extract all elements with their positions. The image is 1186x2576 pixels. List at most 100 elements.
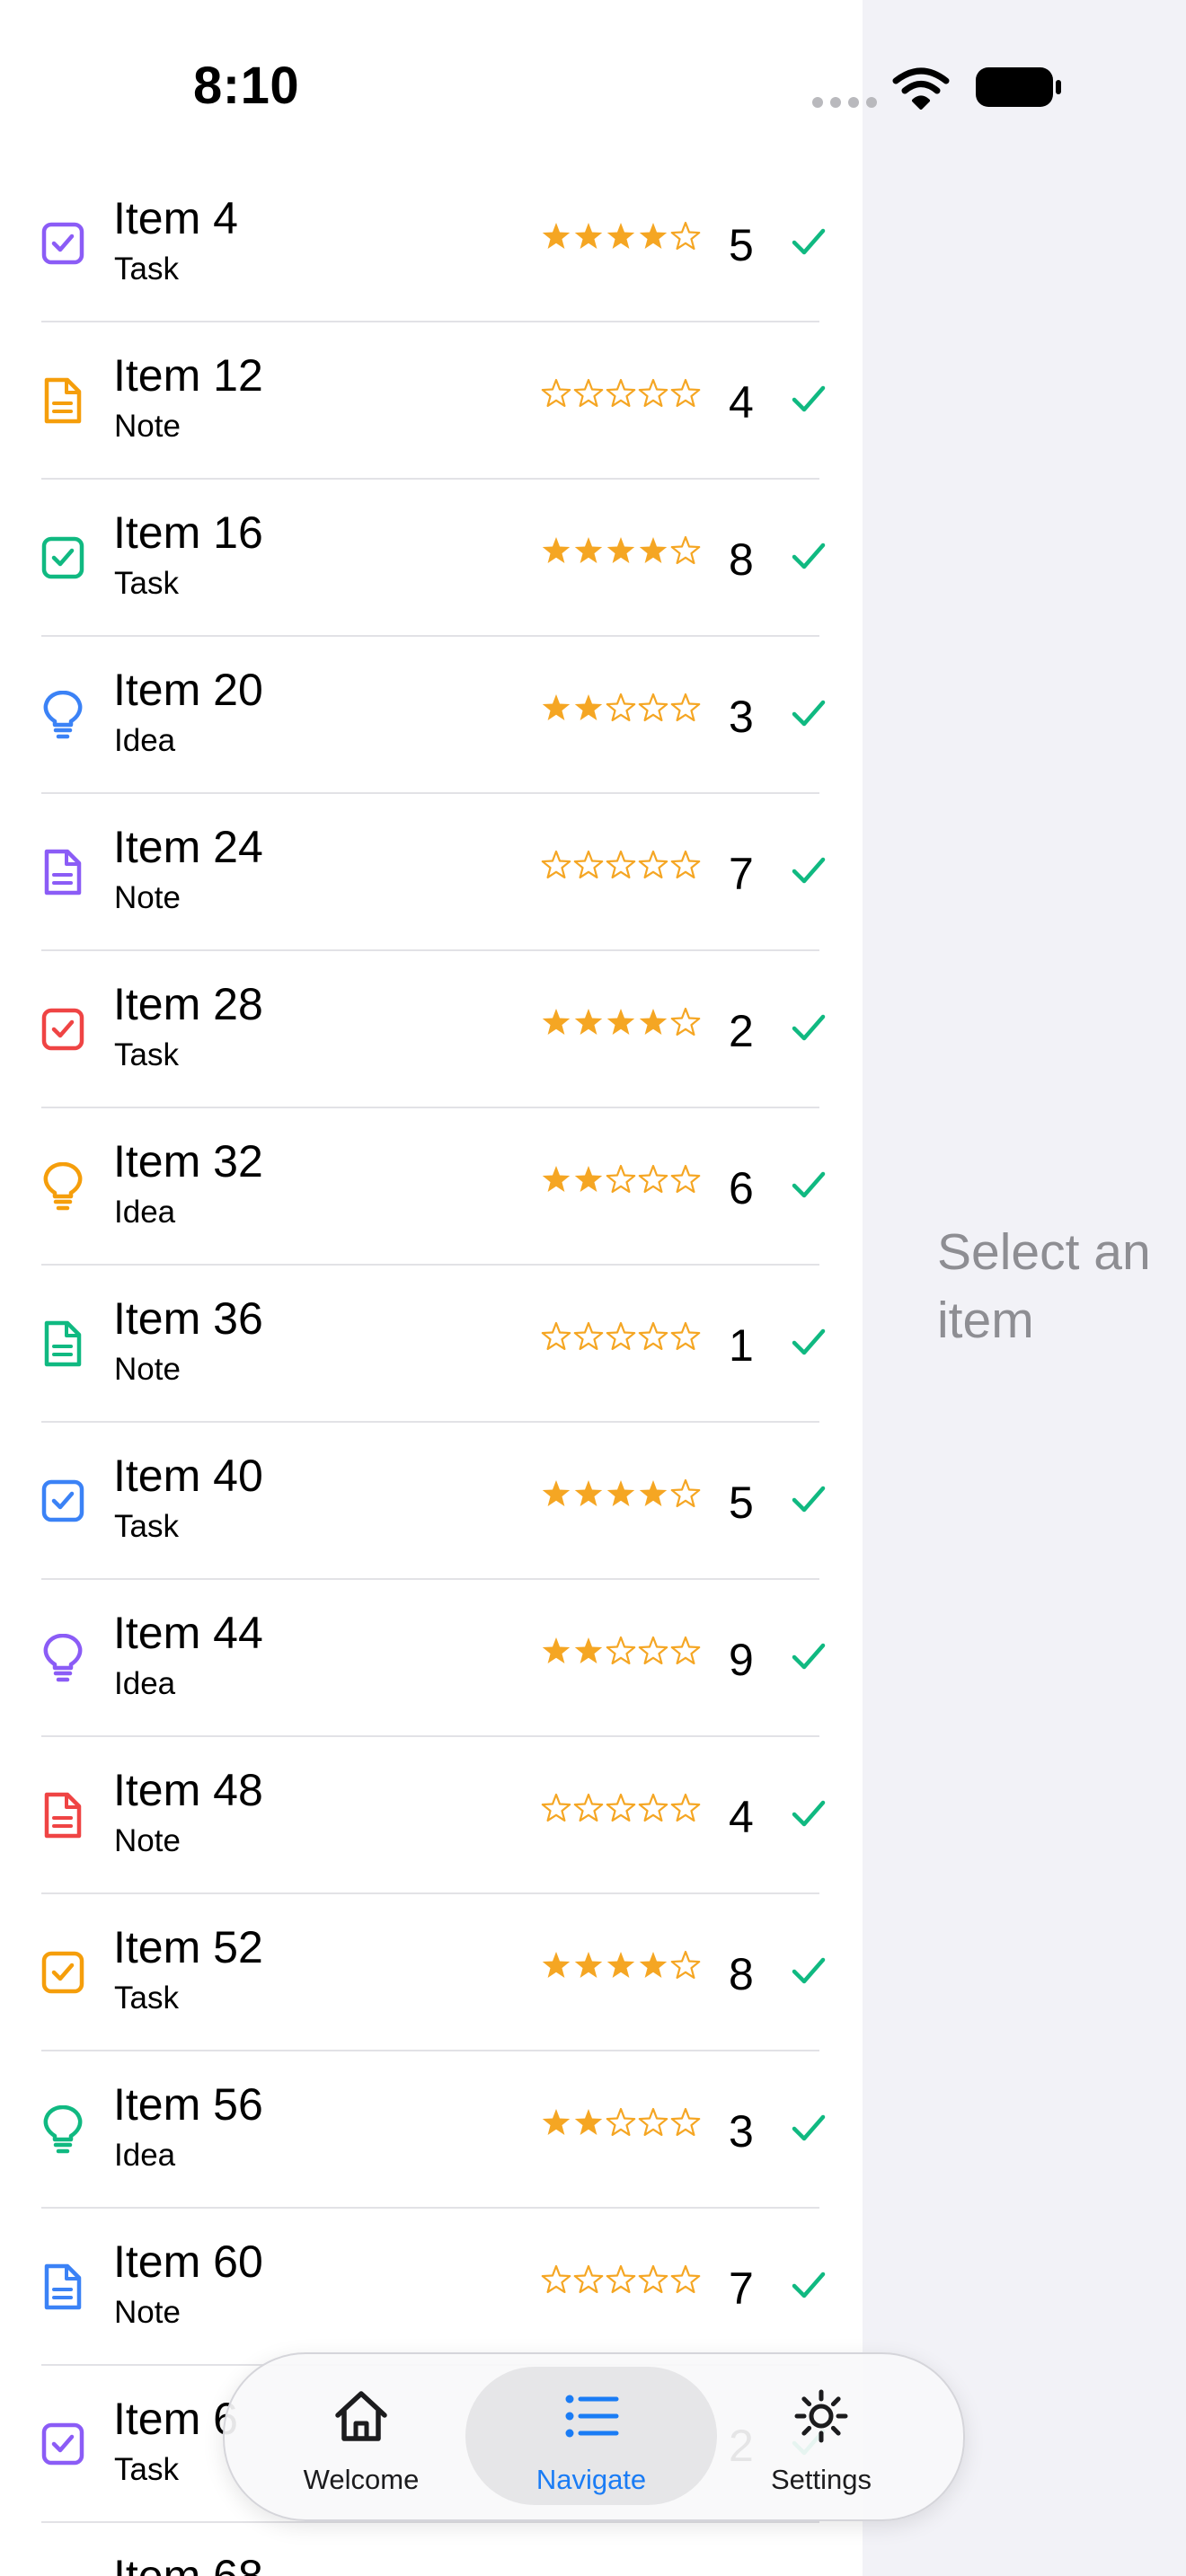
list-panel: Item 4 Task 5 Item 12 Note 4 Item 16 Task 8 It… [0,0,863,2576]
checkmark-icon [792,700,826,727]
row-type: Task [114,2452,179,2487]
star-empty-icon [670,2264,701,2294]
star-empty-icon [573,2264,604,2294]
row-type: Task [114,566,179,601]
star-rating [541,2264,701,2294]
star-empty-icon [573,1321,604,1351]
row-type: Task [114,1981,179,2016]
document-icon [44,2263,82,2310]
list-row[interactable]: Item 40 Task 5 [41,1423,826,1580]
checkmark-icon [792,228,826,255]
status-bar: 8:10 [0,0,1061,171]
list-row[interactable]: Item 44 Idea 9 [41,1580,826,1737]
star-filled-icon [639,223,668,249]
checkbox-icon [41,1008,84,1051]
list-row[interactable]: Item 4 Task 5 [41,165,826,322]
list-row[interactable]: Item 48 Note 4 [41,1737,826,1894]
star-filled-icon [606,537,635,563]
tab-navigate[interactable]: Navigate [465,2367,717,2505]
star-empty-icon [670,1950,701,1980]
star-empty-icon [670,693,701,722]
star-empty-icon [670,1007,701,1037]
star-empty-icon [638,2107,668,2137]
cellular-dots-icon [812,97,877,108]
row-type: Idea [114,1666,176,1701]
row-title: Item 32 [113,1136,263,1187]
list-row[interactable]: Item 36 Note 1 [41,1266,826,1423]
row-count: 4 [729,1792,754,1842]
checkmark-icon [792,1014,826,1041]
list-row[interactable]: Item 16 Task 8 [41,480,826,637]
row-count: 8 [729,1949,754,1999]
row-title: Item 16 [113,507,263,558]
list-row[interactable]: Item 28 Task 2 [41,951,826,1108]
checkbox-icon [41,222,84,265]
star-filled-icon [639,1480,668,1506]
item-list[interactable]: Item 4 Task 5 Item 12 Note 4 Item 16 Task 8 It… [0,165,863,2576]
row-title: Item 28 [113,979,263,1029]
star-empty-icon [638,1321,668,1351]
star-rating [541,1793,701,1822]
row-title: Item 60 [113,2236,263,2287]
checkmark-icon [792,1328,826,1355]
tab-label: Settings [770,2464,872,2495]
star-rating [542,535,701,565]
list-row[interactable]: Item 24 Note 7 [41,794,826,951]
list-row[interactable]: Item 52 Task 8 [41,1894,826,2051]
row-type: Note [114,1352,181,1387]
list-row[interactable]: Item 68 [41,2523,819,2576]
list-row[interactable]: Item 32 Idea 6 [41,1108,826,1266]
star-filled-icon [574,223,603,249]
checkmark-icon [792,385,826,412]
row-count: 8 [729,534,754,585]
list-row[interactable]: Item 12 Note 4 [41,322,826,480]
star-empty-icon [638,2264,668,2294]
star-filled-icon [542,223,571,249]
row-title: Item 44 [113,1608,263,1658]
star-empty-icon [670,378,701,408]
row-count: 7 [729,849,754,899]
star-filled-icon [542,1009,571,1035]
status-time: 8:10 [193,57,300,115]
row-type: Note [114,409,181,444]
list-row[interactable]: Item 60 Note 7 [41,2209,826,2366]
star-filled-icon [606,1952,635,1978]
tab-settings[interactable]: Settings [695,2367,947,2505]
checkbox-icon [41,2422,84,2466]
row-title: Item 4 [113,193,238,243]
row-type: Idea [114,723,176,758]
star-empty-icon [606,378,636,408]
star-rating [542,1164,701,1194]
star-empty-icon [541,2264,571,2294]
checkmark-icon [792,1800,826,1827]
tab-welcome[interactable]: Welcome [235,2367,487,2505]
star-rating [542,1478,701,1508]
wifi-icon [892,67,950,110]
row-count: 3 [729,692,754,742]
checkbox-icon [41,1951,84,1994]
battery-icon [976,67,1061,107]
row-count: 5 [729,220,754,270]
row-title: Item 56 [113,2079,263,2130]
checkmark-icon [792,1957,826,1984]
checkmark-icon [792,2114,826,2141]
star-empty-icon [638,1164,668,1194]
document-icon [44,1792,82,1839]
row-type: Task [114,1509,179,1544]
row-count: 6 [729,1163,754,1213]
star-filled-icon [542,1952,571,1978]
checkbox-icon [41,1479,84,1522]
row-count: 3 [729,2106,754,2157]
star-empty-icon [606,693,636,722]
list-row[interactable]: Item 56 Idea 3 [41,2051,826,2209]
star-filled-icon [639,1952,668,1978]
row-title: Item 24 [113,822,263,872]
document-icon [44,849,82,895]
checkmark-icon [792,857,826,884]
document-icon [44,1320,82,1367]
lightbulb-icon [43,2105,83,2154]
star-filled-icon [574,1166,603,1192]
row-title: Item 20 [113,665,263,715]
list-row[interactable]: Item 20 Idea 3 [41,637,826,794]
star-empty-icon [670,1321,701,1351]
